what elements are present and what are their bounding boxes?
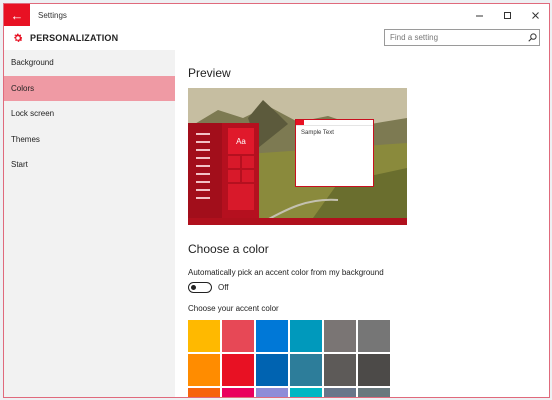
accent-color-label: Choose your accent color	[188, 304, 279, 313]
main-content: Preview Aa Sample Text Choose a color Au…	[188, 50, 544, 397]
window-controls	[465, 4, 549, 26]
toggle-state-label: Off	[218, 283, 229, 292]
sidebar-item-colors[interactable]: Colors	[4, 75, 175, 101]
auto-accent-label: Automatically pick an accent color from …	[188, 268, 384, 277]
choose-color-heading: Choose a color	[188, 242, 269, 256]
back-button[interactable]: ←	[4, 4, 30, 26]
color-swatch[interactable]	[324, 388, 356, 397]
minimize-icon	[475, 15, 483, 16]
sidebar-item-label: Background	[11, 58, 54, 68]
sidebar-item-label: Colors	[11, 83, 35, 93]
title-bar: ← Settings	[4, 4, 549, 26]
maximize-button[interactable]	[493, 4, 521, 26]
back-arrow-icon: ←	[10, 7, 24, 23]
color-swatch[interactable]	[358, 320, 390, 352]
start-menu-preview: Aa	[188, 123, 259, 218]
search-icon[interactable]	[525, 33, 539, 42]
close-icon	[531, 11, 539, 19]
color-swatch[interactable]	[256, 320, 288, 352]
gear-icon	[12, 32, 24, 44]
search-input[interactable]	[385, 33, 525, 42]
tile-preview: Aa	[228, 128, 254, 154]
minimize-button[interactable]	[465, 4, 493, 26]
color-swatch[interactable]	[290, 388, 322, 397]
page-title: PERSONALIZATION	[30, 33, 119, 43]
sidebar-item-label: Themes	[11, 134, 40, 144]
search-box[interactable]	[384, 29, 540, 46]
sidebar-item-themes[interactable]: Themes	[4, 127, 175, 153]
color-swatch[interactable]	[358, 354, 390, 386]
color-swatch[interactable]	[358, 388, 390, 397]
sidebar-item-start[interactable]: Start	[4, 152, 175, 178]
auto-accent-toggle[interactable]	[188, 282, 212, 293]
preview-heading: Preview	[188, 66, 231, 80]
color-swatch[interactable]	[188, 320, 220, 352]
color-swatch[interactable]	[324, 354, 356, 386]
sample-text: Sample Text	[301, 130, 334, 136]
color-swatch[interactable]	[256, 354, 288, 386]
accent-swatch-grid	[188, 320, 394, 397]
maximize-icon	[503, 11, 511, 19]
taskbar-preview	[188, 218, 407, 225]
sidebar-item-label: Start	[11, 160, 28, 170]
window-title: Settings	[38, 10, 67, 20]
color-swatch[interactable]	[188, 354, 220, 386]
color-swatch[interactable]	[324, 320, 356, 352]
color-swatch[interactable]	[222, 320, 254, 352]
sidebar-item-lock-screen[interactable]: Lock screen	[4, 101, 175, 127]
preview-image: Aa Sample Text	[188, 88, 407, 225]
close-button[interactable]	[521, 4, 549, 26]
color-swatch[interactable]	[188, 388, 220, 397]
settings-window: ← Settings PERSONALIZATION Find a settin…	[3, 3, 550, 398]
color-swatch[interactable]	[222, 354, 254, 386]
sidebar-item-background[interactable]: Background	[4, 50, 175, 76]
sidebar-item-label: Lock screen	[11, 109, 55, 119]
color-swatch[interactable]	[256, 388, 288, 397]
color-swatch[interactable]	[290, 354, 322, 386]
color-swatch[interactable]	[290, 320, 322, 352]
page-header: PERSONALIZATION	[4, 26, 549, 50]
sidebar: Background Colors Lock screen Themes Sta…	[4, 50, 175, 397]
color-swatch[interactable]	[222, 388, 254, 397]
sample-window-preview: Sample Text	[295, 119, 374, 187]
